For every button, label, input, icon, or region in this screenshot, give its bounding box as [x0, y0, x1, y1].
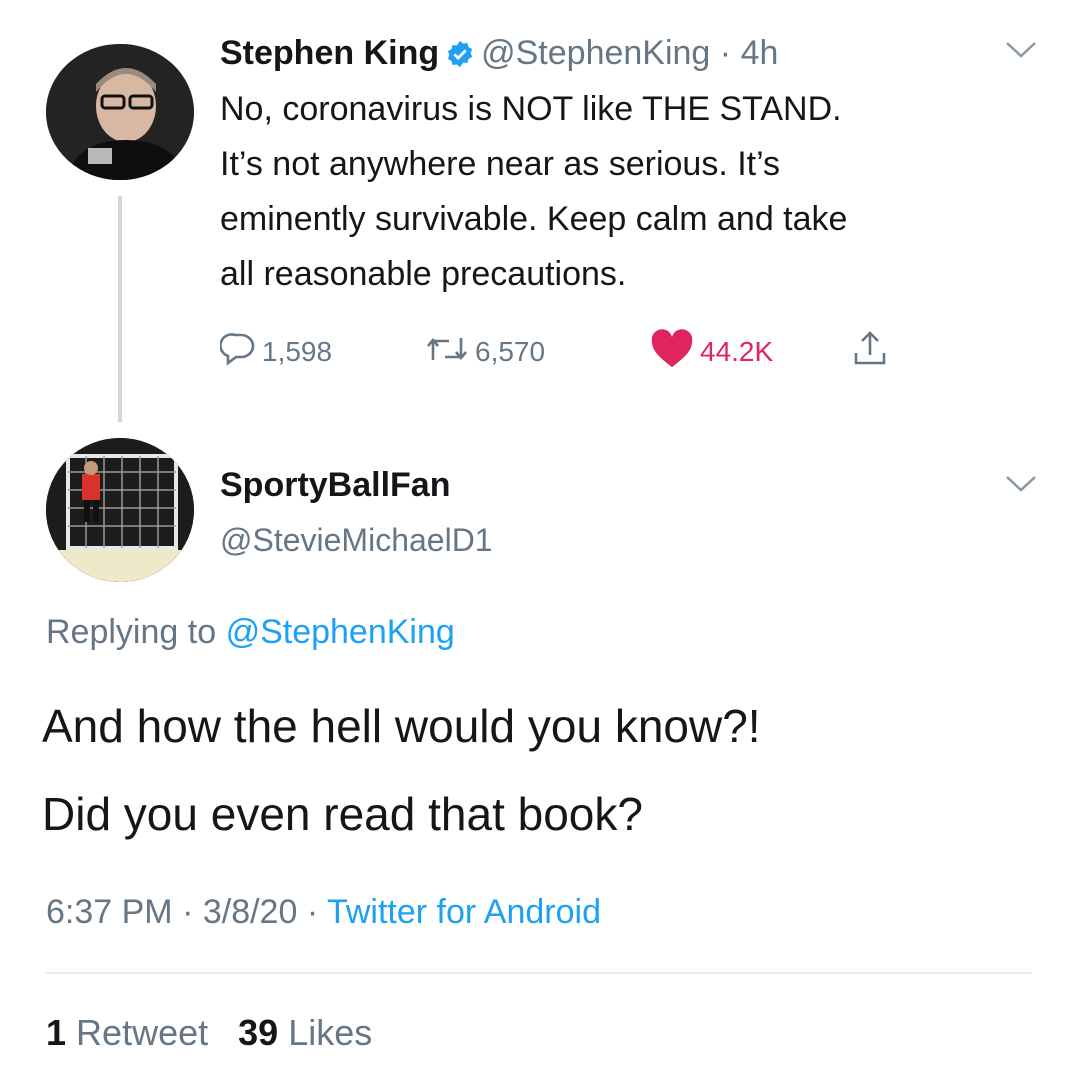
- share-button[interactable]: [850, 330, 896, 374]
- reply-author-handle[interactable]: @StevieMichaelD1: [220, 518, 493, 562]
- parent-tweet-header: Stephen King @StephenKing · 4h: [220, 30, 778, 76]
- chevron-down-icon[interactable]: [1004, 474, 1038, 494]
- tweet-date[interactable]: 3/8/20: [203, 893, 298, 931]
- tweet-text-line: And how the hell would you know?!: [42, 700, 761, 752]
- tweet-text-line: It’s not anywhere near as serious. It’s: [220, 145, 781, 183]
- tweet-text-line: eminently survivable. Keep calm and take: [220, 200, 848, 238]
- tweet-timestamp-line: 6:37 PM · 3/8/20 · Twitter for Android: [46, 888, 601, 936]
- separator-dot: ·: [710, 34, 741, 72]
- reply-tweet-text: And how the hell would you know?! Did yo…: [42, 682, 1052, 858]
- engagement-stats: 1 Retweet 39 Likes: [46, 1008, 372, 1058]
- retweet-count: 6,570: [475, 336, 546, 367]
- tweet-source[interactable]: Twitter for Android: [327, 893, 601, 931]
- retweet-icon: [425, 333, 475, 372]
- divider: [46, 972, 1032, 974]
- sportyballfan-avatar[interactable]: [46, 438, 194, 582]
- share-icon: [850, 329, 896, 376]
- parent-tweet-text: No, coronavirus is NOT like THE STAND. I…: [220, 82, 1050, 302]
- retweet-stat-count: 1: [46, 1012, 67, 1053]
- retweet-stat-label: Retweet: [76, 1012, 209, 1053]
- likes-stat-count: 39: [238, 1012, 279, 1053]
- tweet-text-line: Did you even read that book?: [42, 788, 643, 840]
- verified-badge-icon: [445, 35, 475, 68]
- stephen-king-avatar[interactable]: [46, 44, 194, 180]
- likes-stat-label: Likes: [288, 1012, 373, 1053]
- author-name[interactable]: Stephen King: [220, 34, 439, 72]
- replying-to-label: Replying to: [46, 613, 217, 651]
- reply-author-name[interactable]: SportyBallFan: [220, 462, 450, 508]
- tweet-time[interactable]: 6:37 PM: [46, 893, 173, 931]
- like-count: 44.2K: [700, 336, 774, 367]
- separator-dot: ·: [297, 893, 327, 931]
- author-handle[interactable]: @StephenKing: [481, 34, 710, 72]
- chevron-down-icon[interactable]: [1004, 40, 1038, 60]
- tweet-time-ago[interactable]: 4h: [741, 34, 779, 72]
- thread-connector-line: [118, 196, 122, 422]
- retweet-button[interactable]: 6,570: [425, 330, 545, 374]
- reply-count: 1,598: [262, 336, 333, 367]
- separator-dot: ·: [172, 893, 203, 931]
- tweet-text-line: all reasonable precautions.: [220, 255, 627, 293]
- likes-stat[interactable]: 39 Likes: [238, 1012, 372, 1053]
- heart-icon: [650, 328, 700, 376]
- like-button[interactable]: 44.2K: [650, 328, 774, 376]
- retweet-stat[interactable]: 1 Retweet: [46, 1012, 208, 1053]
- tweet-text-line: No, coronavirus is NOT like THE STAND.: [220, 90, 842, 128]
- reply-button[interactable]: 1,598: [219, 330, 333, 374]
- replying-to-mention[interactable]: @StephenKing: [226, 613, 455, 651]
- reply-icon: [219, 332, 262, 373]
- replying-to-line: Replying to @StephenKing: [46, 608, 455, 656]
